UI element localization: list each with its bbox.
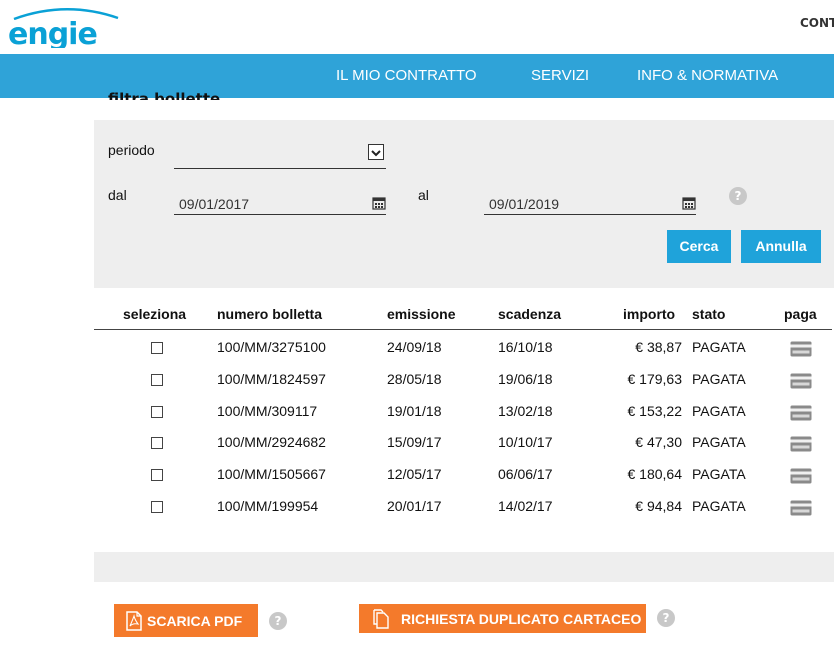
amount: € 180,64	[627, 466, 683, 483]
to-date-value: 09/01/2019	[489, 196, 560, 212]
issue-date: 15/09/17	[387, 434, 442, 451]
col-header-issue: emissione	[387, 306, 456, 322]
credit-card-icon[interactable]	[790, 373, 812, 389]
credit-card-icon[interactable]	[790, 436, 812, 452]
issue-date: 19/01/18	[387, 402, 442, 419]
amount: € 179,63	[627, 370, 683, 387]
due-date: 10/10/17	[498, 434, 553, 451]
nav-item-services[interactable]: SERVIZI	[531, 67, 589, 84]
status: PAGATA	[692, 466, 746, 483]
credit-card-icon[interactable]	[790, 468, 812, 484]
bill-number: 100/MM/199954	[217, 498, 319, 514]
issue-date: 20/01/17	[387, 498, 442, 514]
cancel-button[interactable]: Annulla	[741, 230, 821, 263]
issue-date: 24/09/18	[387, 339, 442, 355]
due-date: 13/02/18	[498, 402, 553, 419]
select-checkbox[interactable]	[151, 437, 163, 450]
copy-icon	[373, 609, 389, 629]
table-row: 100/MM/1824597 28/05/18 19/06/18 € 179,63 PA…	[94, 363, 834, 395]
col-header-due: scadenza	[498, 306, 562, 322]
bill-number: 100/MM/2924682	[217, 434, 326, 451]
help-icon[interactable]: ?	[269, 612, 287, 630]
table-row: 100/MM/3275100 24/09/18 16/10/18 € 38,87 PAG…	[94, 331, 834, 363]
issue-date: 12/05/17	[387, 466, 442, 483]
filter-title: filtra bollette	[108, 92, 220, 100]
col-header-number: numero bolletta	[217, 306, 323, 322]
issue-date: 28/05/18	[387, 370, 442, 387]
engie-logo[interactable]: engie	[8, 6, 120, 48]
filter-panel: periodo dal 09/01/2017 al 09/01/2019 ? C…	[94, 120, 834, 288]
download-pdf-button[interactable]: SCARICA PDF	[114, 604, 258, 637]
status: PAGATA	[692, 402, 746, 419]
select-checkbox[interactable]	[151, 405, 163, 418]
select-checkbox[interactable]	[151, 373, 163, 386]
status: PAGATA	[692, 339, 746, 355]
bill-number: 100/MM/3275100	[217, 339, 326, 355]
search-button[interactable]: Cerca	[667, 230, 731, 263]
from-date-field[interactable]: 09/01/2017	[174, 190, 386, 215]
col-header-select: seleziona	[123, 306, 187, 322]
help-icon[interactable]: ?	[657, 609, 675, 627]
svg-text:engie: engie	[8, 17, 97, 48]
footer-band	[94, 552, 834, 582]
credit-card-icon[interactable]	[790, 341, 812, 357]
status: PAGATA	[692, 434, 746, 451]
amount: € 38,87	[635, 339, 682, 355]
col-header-status: stato	[692, 306, 726, 322]
request-duplicate-button[interactable]: RICHIESTA DUPLICATO CARTACEO	[359, 604, 646, 633]
select-checkbox[interactable]	[151, 501, 163, 513]
help-icon[interactable]: ?	[729, 187, 747, 205]
due-date: 06/06/17	[498, 466, 553, 483]
calendar-icon[interactable]	[682, 196, 696, 210]
download-pdf-label: SCARICA PDF	[147, 613, 243, 629]
period-select[interactable]	[174, 144, 386, 169]
due-date: 14/02/17	[498, 498, 553, 514]
bill-number: 100/MM/1505667	[217, 466, 326, 483]
pdf-icon	[126, 611, 142, 631]
logo-wordmark-icon: engie	[8, 17, 98, 48]
amount: € 153,22	[627, 402, 683, 419]
select-checkbox[interactable]	[151, 469, 163, 482]
table-row: 100/MM/199954 20/01/17 14/02/17 € 94,84 PAGA…	[94, 490, 834, 522]
nav-item-info[interactable]: INFO & NORMATIVA	[637, 67, 778, 84]
select-checkbox[interactable]	[151, 342, 163, 354]
table-row: 100/MM/1505667 12/05/17 06/06/17 € 180,64 PA…	[94, 458, 834, 490]
table-row: 100/MM/309117 19/01/18 13/02/18 € 153,22 PAG…	[94, 395, 834, 427]
from-label: dal	[108, 187, 127, 203]
status: PAGATA	[692, 498, 746, 514]
top-right-link[interactable]: CONT	[800, 16, 834, 30]
nav-item-contract[interactable]: IL MIO CONTRATTO	[336, 67, 477, 84]
amount: € 47,30	[635, 434, 682, 451]
header: engie CONT	[0, 0, 834, 54]
table-row: 100/MM/2924682 15/09/17 10/10/17 € 47,30 PAG…	[94, 426, 834, 458]
period-label: periodo	[108, 142, 155, 158]
bill-number: 100/MM/1824597	[217, 370, 326, 387]
credit-card-icon[interactable]	[790, 500, 812, 516]
due-date: 16/10/18	[498, 339, 553, 355]
to-date-field[interactable]: 09/01/2019	[484, 190, 696, 215]
col-header-amount: importo	[623, 306, 676, 322]
due-date: 19/06/18	[498, 370, 553, 387]
calendar-icon[interactable]	[372, 196, 386, 210]
chevron-down-icon[interactable]	[368, 144, 384, 160]
bill-number: 100/MM/309117	[217, 402, 318, 419]
request-duplicate-label: RICHIESTA DUPLICATO CARTACEO	[401, 611, 642, 627]
col-header-pay: paga	[784, 306, 817, 322]
to-label: al	[418, 187, 429, 203]
amount: € 94,84	[635, 498, 682, 514]
from-date-value: 09/01/2017	[179, 196, 250, 212]
credit-card-icon[interactable]	[790, 405, 812, 421]
table-header-divider	[94, 329, 832, 330]
status: PAGATA	[692, 370, 746, 387]
